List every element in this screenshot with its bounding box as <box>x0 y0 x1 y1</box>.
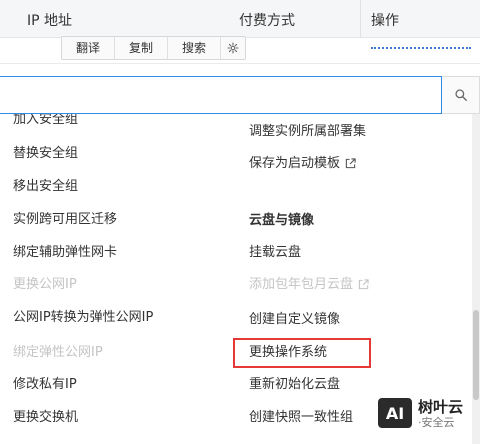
menu-item-reinit-disk[interactable]: 重新初始化云盘 <box>249 374 340 396</box>
watermark-text: 树叶云 ·安全云 <box>418 398 463 429</box>
menu-item-bind-secondary-eni[interactable]: 绑定辅助弹性网卡 <box>13 242 117 264</box>
search-icon <box>454 89 467 101</box>
menu-item-change-vswitch[interactable]: 更换交换机 <box>13 407 78 429</box>
menu-item-migrate-zone[interactable]: 实例跨可用区迁移 <box>13 209 117 231</box>
search-button[interactable]: 搜索 <box>168 37 222 59</box>
menu-scrollbar-thumb[interactable] <box>473 310 479 400</box>
copy-button[interactable]: 复制 <box>115 37 169 59</box>
search-submit-button[interactable] <box>442 76 480 114</box>
watermark-subtitle: ·安全云 <box>418 415 455 429</box>
menu-item-attach-disk[interactable]: 挂载云盘 <box>249 242 301 264</box>
row-action-link-fragment[interactable] <box>371 47 471 49</box>
column-divider <box>360 0 361 38</box>
watermark-title: 树叶云 <box>418 397 464 416</box>
menu-section-disk-and-image: 云盘与镜像 <box>249 213 315 228</box>
menu-item-join-security-group[interactable]: 加入安全组 <box>13 114 78 131</box>
watermark-badge: AI <box>376 396 414 430</box>
column-header-billing: 付费方式 <box>239 13 295 29</box>
column-header-actions: 操作 <box>371 13 399 29</box>
column-header-ip: IP 地址 <box>27 13 73 29</box>
menu-item-replace-os[interactable]: 更换操作系统 <box>249 342 327 364</box>
menu-item-bind-eip: 绑定弹性公网IP <box>13 345 103 360</box>
menu-item-label: 保存为启动模板 <box>249 156 341 171</box>
menu-item-replace-security-group[interactable]: 替换安全组 <box>13 143 78 165</box>
search-box <box>0 76 442 114</box>
table-header: IP 地址 付费方式 操作 <box>0 0 480 38</box>
menu-item-change-public-ip: 更换公网IP <box>13 277 77 292</box>
menu-item-create-snapshot-group[interactable]: 创建快照一致性组 <box>249 407 353 429</box>
external-link-icon <box>358 276 369 298</box>
selection-toolbar: 翻译 复制 搜索 <box>61 36 247 60</box>
menu-item-leave-security-group[interactable]: 移出安全组 <box>13 176 78 198</box>
translate-button[interactable]: 翻译 <box>62 37 116 59</box>
instance-actions-menu: 加入安全组 替换安全组 移出安全组 实例跨可用区迁移 绑定辅助弹性网卡 更换公网… <box>0 114 472 444</box>
watermark-logo: AI 树叶云 ·安全云 <box>376 396 463 430</box>
menu-item-adjust-deployment-set[interactable]: 调整实例所属部署集 <box>249 121 366 143</box>
console-page: IP 地址 付费方式 操作 翻译 复制 搜索 加入安全组 替换安全组 移出安全组… <box>0 0 480 444</box>
menu-item-save-launch-template[interactable]: 保存为启动模板 <box>249 153 356 175</box>
search-input[interactable] <box>0 77 441 113</box>
gear-icon[interactable] <box>221 37 245 59</box>
menu-item-label: 添加包年包月云盘 <box>249 277 354 292</box>
external-link-icon <box>345 155 356 177</box>
menu-item-modify-private-ip[interactable]: 修改私有IP <box>13 374 77 396</box>
menu-item-create-custom-image[interactable]: 创建自定义镜像 <box>249 309 340 331</box>
menu-item-convert-to-eip[interactable]: 公网IP转换为弹性公网IP <box>13 307 153 329</box>
menu-item-add-subscription-disk: 添加包年包月云盘 <box>249 274 369 296</box>
